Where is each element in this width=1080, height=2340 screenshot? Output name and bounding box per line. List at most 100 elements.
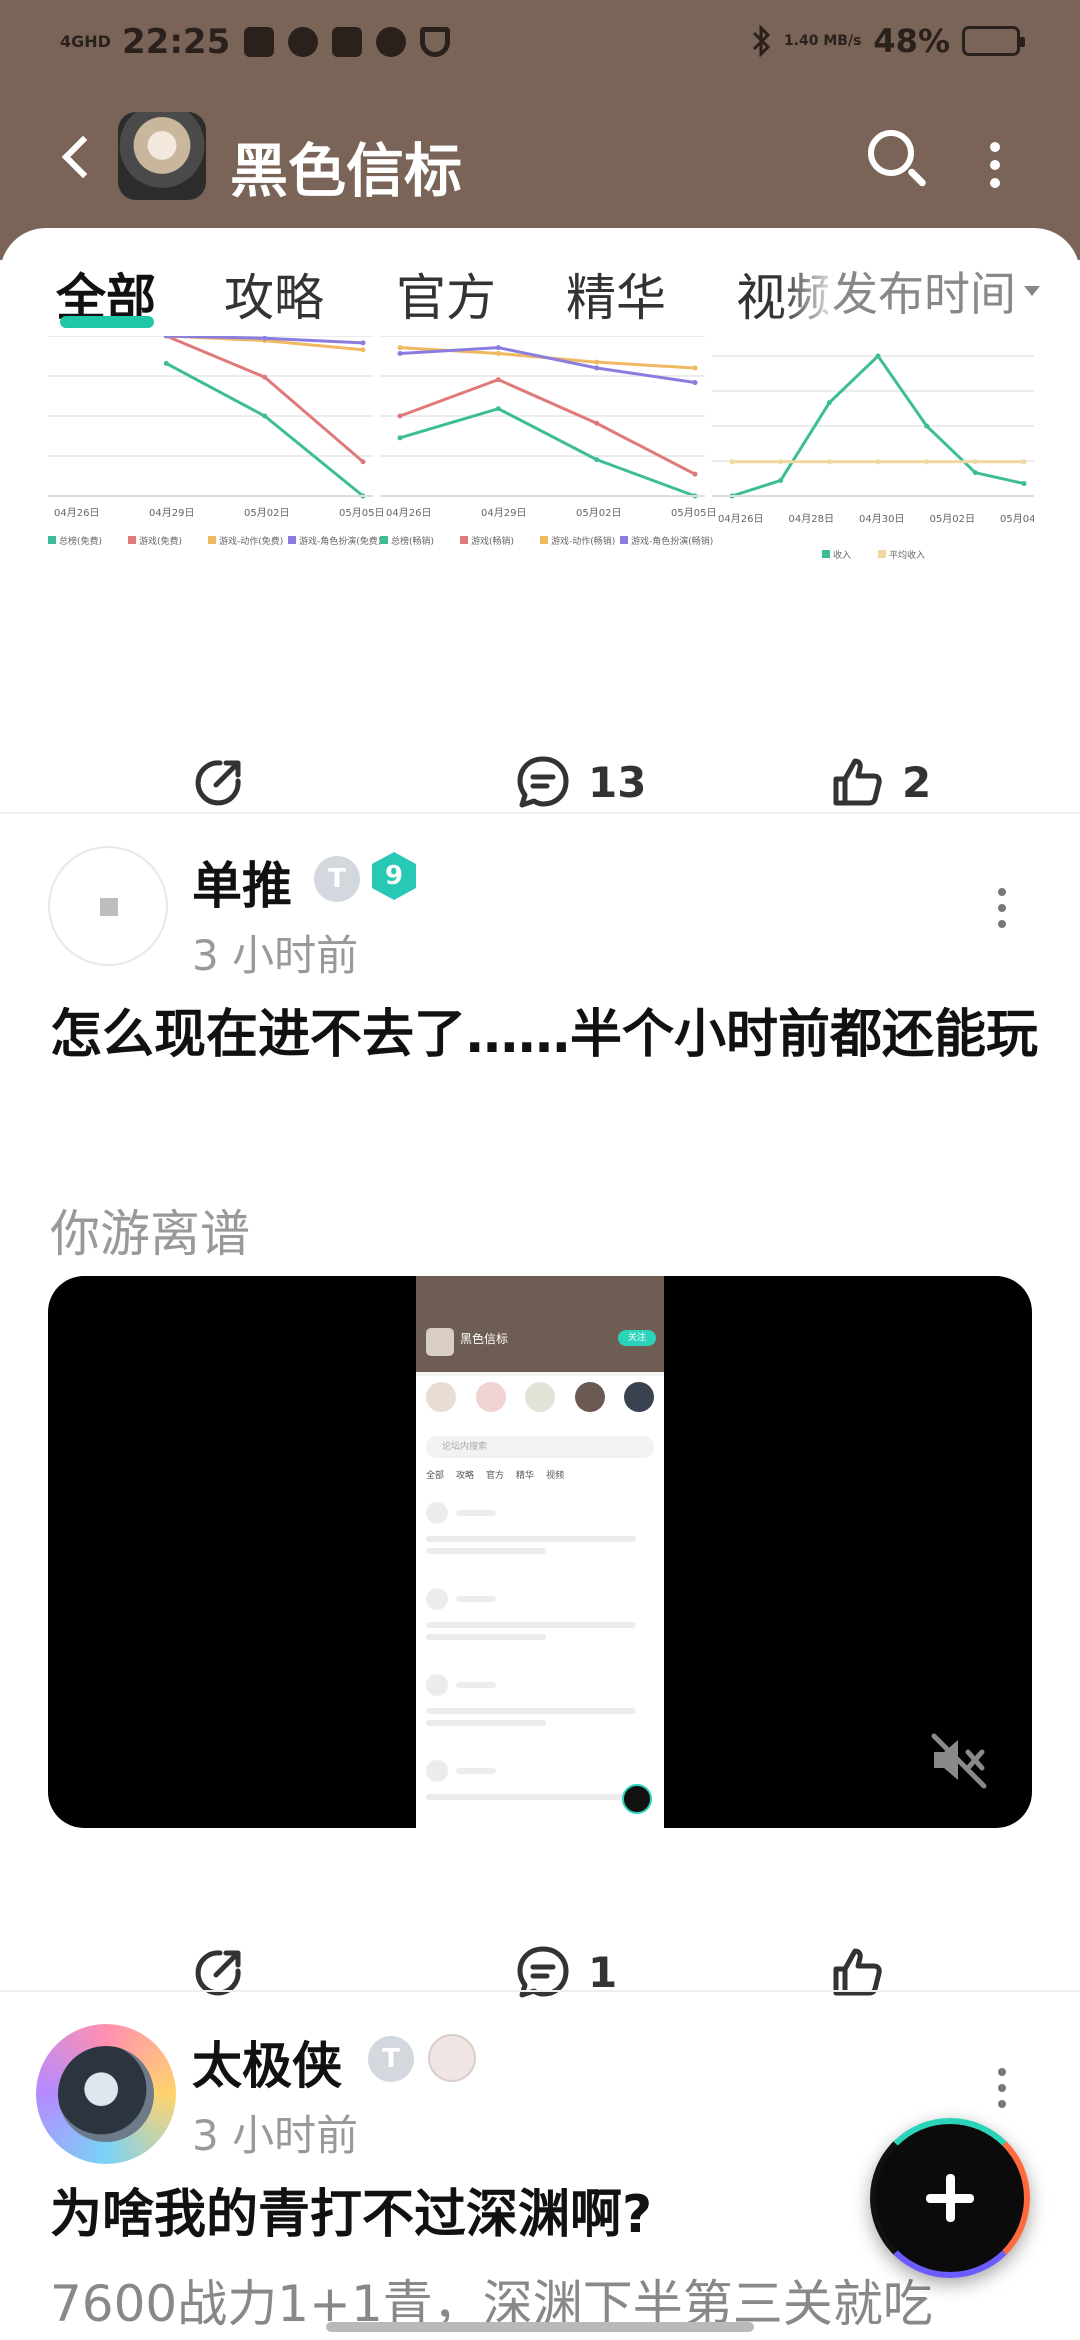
chart-point — [594, 420, 600, 426]
chart-point — [262, 413, 268, 419]
chart-point — [1021, 481, 1027, 487]
chart-point — [397, 345, 403, 351]
post-more-button[interactable] — [992, 878, 1012, 938]
status-bar: 4GHD 22:25 1.40 MB/s 48% — [0, 0, 1080, 90]
tab-official[interactable]: 官方 — [396, 258, 496, 330]
chart-point — [924, 423, 930, 429]
chart-legend-swatch — [540, 536, 548, 544]
thumbs-up-icon — [833, 1948, 882, 1996]
like-button[interactable]: 2 — [828, 732, 931, 832]
video-preview-title: 黑色信标 — [460, 1332, 509, 1346]
battery-icon — [962, 26, 1025, 56]
chart-tick-label: 05月04日 — [1000, 513, 1034, 525]
chart-series-line — [165, 362, 364, 498]
share-button[interactable] — [190, 1922, 248, 2022]
chart-point — [778, 459, 784, 465]
post-more-button[interactable] — [992, 2058, 1012, 2118]
mute-icon — [931, 1733, 987, 1789]
tab-bar: 全部 攻略 官方 精华 视频 发布时间 — [0, 228, 1080, 338]
create-post-button[interactable] — [870, 2118, 1030, 2278]
comment-icon — [517, 756, 569, 808]
tab-guides[interactable]: 攻略 — [224, 258, 324, 330]
chart-point — [778, 477, 784, 483]
active-tab-indicator — [60, 316, 154, 328]
chart-tick-label: 05月05日 — [671, 507, 716, 519]
home-indicator[interactable] — [326, 2322, 754, 2332]
comment-button[interactable]: 1 — [514, 1922, 617, 2022]
content-panel: 全部 攻略 官方 精华 视频 发布时间 04月26日 04月29日 05月02日 05… — [0, 228, 1080, 2340]
chart-point — [692, 365, 698, 371]
chart-legend-swatch — [288, 536, 296, 544]
sort-dropdown[interactable]: 发布时间 — [828, 258, 1016, 324]
chart-tick-label: 05月05日 — [339, 507, 384, 519]
like-button[interactable] — [828, 1922, 886, 2022]
avatar[interactable] — [48, 846, 168, 966]
chart-point — [360, 459, 366, 465]
page-title: 黑色信标 — [230, 137, 463, 205]
chart-point — [594, 365, 600, 371]
chart-tick-label: 04月26日 — [718, 513, 763, 525]
chart-tick-label: 04月26日 — [386, 507, 431, 519]
post-divider — [0, 1990, 1080, 1992]
share-button[interactable] — [190, 732, 248, 832]
mail-icon — [332, 27, 363, 57]
game-avatar[interactable] — [118, 112, 206, 200]
chart-point — [826, 459, 832, 465]
username[interactable]: 单推 — [192, 846, 292, 918]
chart-point — [972, 470, 978, 476]
post-tag[interactable]: 你游离谱 — [50, 1194, 250, 1266]
chart-point — [397, 350, 403, 356]
network-speed: 1.40 MB/s — [783, 32, 862, 49]
chart-tick-label: 04月29日 — [149, 507, 194, 519]
chart-tick-label: 04月28日 — [789, 513, 834, 525]
share-icon — [195, 760, 241, 806]
chart-legend-label: 总榜(免费) — [59, 535, 102, 547]
bluetooth-icon — [752, 25, 771, 57]
chart-legend-swatch — [878, 550, 886, 558]
bird-icon — [288, 27, 319, 57]
chart-point — [495, 350, 501, 356]
search-icon — [868, 130, 914, 176]
avatar[interactable] — [36, 2024, 176, 2164]
comment-count: 13 — [588, 757, 647, 807]
battery-percent: 48% — [873, 22, 950, 60]
chart-point — [826, 400, 832, 406]
chart-legend-label: 平均收入 — [889, 549, 925, 561]
chart-point — [692, 471, 698, 477]
username[interactable]: 太极侠 — [192, 2026, 342, 2098]
video-frame: 黑色信标 关注 论坛内搜索 全部 攻略 官方 精华 视频 — [416, 1276, 664, 1828]
chart-legend-label: 总榜(畅销) — [391, 535, 434, 547]
charts-canvas: 04月26日 04月29日 05月02日 05月05日总榜(免费) 游戏(免费) 游戏-动… — [48, 336, 1034, 561]
chart-legend-swatch — [460, 536, 468, 544]
more-button[interactable] — [980, 134, 1010, 194]
chart-legend-swatch — [620, 536, 628, 544]
post-time: 3 小时前 — [192, 931, 359, 980]
mute-button[interactable] — [928, 1730, 992, 1790]
chart-images[interactable]: 04月26日 04月29日 05月02日 05月05日 总榜(免费) 游戏(免费) 游戏-动… — [48, 336, 1034, 666]
chart-point — [360, 347, 366, 353]
back-button[interactable] — [50, 126, 110, 186]
chart-tick-label: 05月02日 — [244, 507, 289, 519]
post-time: 3 小时前 — [192, 2111, 359, 2160]
chart-point — [397, 435, 403, 441]
chart-legend-swatch — [208, 536, 216, 544]
post-title[interactable]: 怎么现在进不去了……半个小时前都还能玩 — [50, 994, 1040, 1076]
level-badge: 9 — [372, 852, 416, 900]
comment-button[interactable]: 13 — [514, 732, 646, 832]
tab-featured[interactable]: 精华 — [566, 258, 666, 330]
user-title-badge: T — [314, 856, 360, 902]
clock: 22:25 — [122, 22, 231, 62]
post-actions: 1 — [0, 1922, 1080, 2022]
title-bar: 黑色信标 — [0, 100, 1080, 220]
chart-legend-label: 收入 — [833, 549, 851, 561]
chart-point — [495, 406, 501, 412]
video-player[interactable]: 黑色信标 关注 论坛内搜索 全部 攻略 官方 精华 视频 — [48, 1276, 1032, 1828]
chart-point — [875, 459, 881, 465]
post-actions: 13 2 — [0, 732, 1080, 832]
chart-series-line — [165, 336, 364, 463]
search-button[interactable] — [862, 126, 932, 196]
chart-legend-label: 游戏-动作(畅销) — [551, 535, 615, 547]
chart-legend-label: 游戏-角色扮演(畅销) — [631, 535, 713, 547]
chart-tick-label: 04月26日 — [54, 507, 99, 519]
network-indicator: 4GHD — [60, 32, 111, 51]
